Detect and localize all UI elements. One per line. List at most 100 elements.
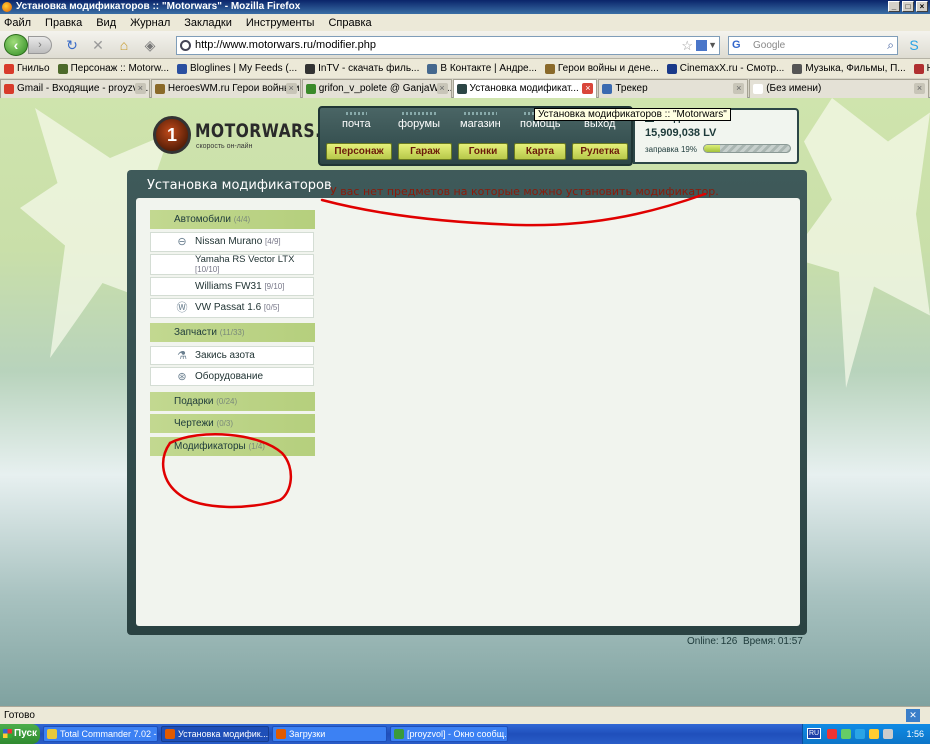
tab-favicon-icon bbox=[4, 84, 14, 94]
menu-history[interactable]: Журнал bbox=[130, 17, 170, 29]
close-window-button[interactable]: × bbox=[916, 1, 928, 12]
category-cars[interactable]: Автомобили (4/4) bbox=[150, 210, 315, 229]
car-name: Nissan Murano bbox=[195, 236, 263, 247]
addon-icon[interactable]: ◈ bbox=[142, 37, 158, 53]
language-indicator[interactable]: RU bbox=[807, 728, 821, 739]
bookmark-item[interactable]: Гнильо bbox=[0, 63, 54, 74]
bookmark-label: CinemaxX.ru - Смотр... bbox=[679, 63, 785, 74]
bookmark-item[interactable]: Нефарт.ру - Вот так... bbox=[910, 63, 930, 74]
category-gifts[interactable]: Подарки (0/24) bbox=[150, 392, 315, 411]
menu-view[interactable]: Вид bbox=[96, 17, 116, 29]
tab-close-icon[interactable]: × bbox=[582, 83, 594, 94]
skype-icon[interactable]: S bbox=[906, 37, 922, 53]
roulette-button[interactable]: Рулетка bbox=[572, 143, 628, 160]
car-item-nissan-murano[interactable]: ⊖ Nissan Murano [4/9] bbox=[150, 232, 314, 252]
bookmark-item[interactable]: InTV - скачать филь... bbox=[301, 63, 423, 74]
site-identity-icon[interactable] bbox=[180, 40, 191, 51]
races-button[interactable]: Гонки bbox=[458, 143, 508, 160]
nissan-logo-icon: ⊖ bbox=[177, 236, 187, 248]
url-dropdown-icon[interactable]: ▼ bbox=[708, 37, 717, 54]
tab-favicon-icon bbox=[305, 84, 316, 94]
tab-active[interactable]: Установка модификат... × bbox=[452, 79, 598, 98]
home-icon[interactable]: ⌂ bbox=[116, 37, 132, 53]
car-item-yamaha-rs-vector[interactable]: Yamaha RS Vector LTX [10/10] bbox=[150, 254, 314, 275]
map-button[interactable]: Карта bbox=[514, 143, 566, 160]
statusbar-addon-icon[interactable]: ✕ bbox=[906, 709, 920, 722]
tab[interactable]: Gmail - Входящие - proyzvol... × bbox=[0, 79, 150, 98]
bookmark-item[interactable]: Bloglines | My Feeds (... bbox=[173, 63, 301, 74]
task-app-icon bbox=[47, 729, 57, 739]
site-logo[interactable]: 1 MOTORWARS.RU скорость он-лайн bbox=[153, 116, 346, 156]
stop-icon[interactable]: ✕ bbox=[90, 37, 106, 53]
tab[interactable]: HeroesWM.ru Герои войны и... × bbox=[150, 79, 301, 98]
tray-skype-icon[interactable] bbox=[855, 729, 865, 739]
bookmark-item[interactable]: Персонаж :: Motorw... bbox=[54, 63, 173, 74]
bookmark-item[interactable]: Герои войны и дене... bbox=[541, 63, 663, 74]
menu-tools[interactable]: Инструменты bbox=[246, 17, 315, 29]
google-icon[interactable]: G bbox=[732, 39, 746, 52]
minimize-button[interactable]: _ bbox=[888, 1, 900, 12]
bookmark-item[interactable]: В Контакте | Андре... bbox=[423, 63, 541, 74]
bookmark-label: InTV - скачать филь... bbox=[318, 63, 420, 74]
tab-strip: Gmail - Входящие - proyzvol... × HeroesWM.… bbox=[0, 78, 930, 98]
car-item-vw-passat[interactable]: Ⓦ VW Passat 1.6 [0/5] bbox=[150, 298, 314, 318]
car-item-williams-fw31[interactable]: Williams FW31 [9/10] bbox=[150, 277, 314, 296]
task-app-icon bbox=[394, 729, 404, 739]
online-count: 126 bbox=[720, 636, 738, 647]
maximize-button[interactable]: □ bbox=[902, 1, 914, 12]
tab-close-icon[interactable]: × bbox=[285, 83, 297, 94]
vw-logo-icon: Ⓦ bbox=[176, 302, 188, 314]
category-parts[interactable]: Запчасти (11/33) bbox=[150, 323, 315, 342]
menu-file[interactable]: Файл bbox=[4, 17, 31, 29]
menu-edit[interactable]: Правка bbox=[45, 17, 82, 29]
tab-close-icon[interactable]: × bbox=[914, 83, 926, 94]
tray-network-icon[interactable] bbox=[841, 729, 851, 739]
start-button[interactable]: Пуск bbox=[0, 724, 40, 744]
part-item-equipment[interactable]: ⊛ Оборудование bbox=[150, 367, 314, 386]
navigation-toolbar: ‹ › ↻ ✕ ⌂ ◈ http://www.motorwars.ru/modi… bbox=[0, 31, 930, 59]
taskbar-task[interactable]: Загрузки bbox=[272, 726, 387, 742]
forward-button[interactable]: › bbox=[28, 36, 52, 54]
tab[interactable]: grifon_v_polete @ GanjaWar... × bbox=[301, 79, 452, 98]
bookmark-favicon-icon bbox=[666, 63, 677, 74]
search-placeholder: Google bbox=[753, 40, 786, 51]
tray-messenger-icon[interactable] bbox=[869, 729, 879, 739]
search-icon[interactable]: ⌕ bbox=[887, 37, 894, 54]
bookmark-favicon-icon bbox=[913, 63, 924, 74]
url-text: http://www.motorwars.ru/modifier.php bbox=[195, 39, 376, 51]
garage-button[interactable]: Гараж bbox=[398, 143, 452, 160]
category-label: Модификаторы bbox=[174, 441, 246, 452]
url-input[interactable]: http://www.motorwars.ru/modifier.php ☆ ▼ bbox=[176, 36, 720, 55]
menu-bar: Файл Правка Вид Журнал Закладки Инструме… bbox=[0, 14, 930, 31]
nav-mail[interactable]: почта bbox=[342, 112, 371, 130]
taskbar-task[interactable]: [proyzvol] - Окно сообщ... bbox=[390, 726, 508, 742]
nav-forums[interactable]: форумы bbox=[398, 112, 440, 130]
back-button[interactable]: ‹ bbox=[4, 34, 28, 56]
tray-antivirus-icon[interactable] bbox=[827, 729, 837, 739]
tab-close-icon[interactable]: × bbox=[733, 83, 745, 94]
tab[interactable]: Трекер × bbox=[598, 79, 749, 98]
bookmark-item[interactable]: Музыка, Фильмы, П... bbox=[788, 63, 909, 74]
taskbar-task[interactable]: Total Commander 7.02 - ... bbox=[43, 726, 158, 742]
search-input[interactable]: G Google ⌕ bbox=[728, 36, 898, 55]
task-label: Установка модифик... bbox=[178, 729, 269, 739]
category-drawings[interactable]: Чертежи (0/3) bbox=[150, 414, 315, 433]
nav-shop[interactable]: магазин bbox=[460, 112, 501, 130]
tray-volume-icon[interactable] bbox=[883, 729, 893, 739]
category-modifiers[interactable]: Модификаторы (1/4) bbox=[150, 437, 315, 456]
menu-help[interactable]: Справка bbox=[328, 17, 371, 29]
feed-icon[interactable] bbox=[696, 40, 707, 51]
part-item-nitrous[interactable]: ⚗ Закись азота bbox=[150, 346, 314, 365]
bookmark-item[interactable]: CinemaxX.ru - Смотр... bbox=[663, 63, 789, 74]
menu-bookmarks[interactable]: Закладки bbox=[184, 17, 232, 29]
tab[interactable]: (Без имени) × bbox=[749, 79, 930, 98]
taskbar-task[interactable]: Установка модифик... bbox=[161, 726, 269, 742]
window-titlebar[interactable]: Установка модификаторов :: "Motorwars" -… bbox=[0, 0, 930, 14]
bookmark-star-icon[interactable]: ☆ bbox=[681, 37, 693, 54]
reload-icon[interactable]: ↻ bbox=[64, 37, 80, 53]
character-button[interactable]: Персонаж bbox=[326, 143, 392, 160]
tab-close-icon[interactable]: × bbox=[436, 83, 448, 94]
category-label: Запчасти bbox=[174, 327, 217, 338]
tab-close-icon[interactable]: × bbox=[134, 83, 146, 94]
car-count: [10/10] bbox=[195, 264, 220, 274]
